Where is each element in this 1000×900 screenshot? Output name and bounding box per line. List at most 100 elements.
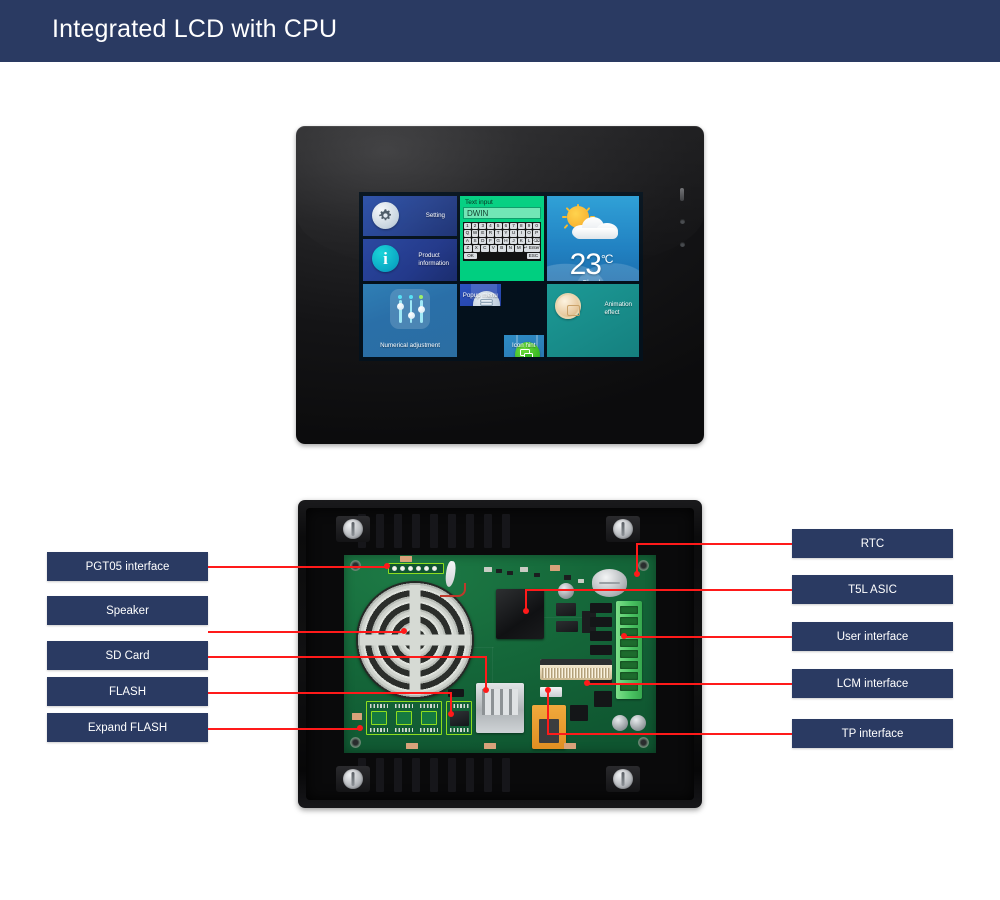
key[interactable]: Q — [464, 230, 471, 237]
keyboard-row-q[interactable]: Q W E R T Y U I O P — [464, 230, 541, 237]
lead-dot-flash — [448, 711, 454, 717]
callout-flash: FLASH — [47, 677, 208, 706]
light-sensor-bar-icon — [680, 188, 684, 201]
sliders-icon — [390, 289, 430, 329]
key[interactable]: 6 — [502, 223, 510, 230]
label-line-1: Animation — [604, 301, 632, 308]
key[interactable]: R — [487, 230, 494, 237]
keyboard-row-a[interactable]: A S D F G H J K L ⌫ — [464, 237, 541, 245]
lead-line-sdcard — [208, 656, 486, 658]
lcd-device-front: Setting i Product information Numerical … — [296, 126, 704, 444]
key[interactable]: 9 — [525, 223, 533, 230]
mounting-screw — [613, 519, 633, 539]
key[interactable]: W — [471, 230, 479, 237]
tile-animation-effect[interactable]: Animation effect — [547, 284, 639, 357]
callout-lcm-interface: LCM interface — [792, 669, 953, 698]
tile-text-input[interactable]: Text input DWIN 1 2 3 4 5 6 7 8 9 0 Q W … — [460, 196, 544, 281]
electrolytic-capacitor — [558, 583, 574, 599]
keyboard-row-bottom[interactable]: OK ESC — [464, 252, 540, 259]
lead-dot-expand-flash — [357, 725, 363, 731]
keyboard-row-z[interactable]: Z X C V B N M ↵ Enter — [464, 245, 540, 252]
callout-t5l-asic: T5L ASIC — [792, 575, 953, 604]
lead-line-pgt05 — [208, 566, 387, 568]
key[interactable]: 1 — [464, 223, 471, 230]
key[interactable]: P — [533, 230, 541, 237]
ok-key[interactable]: OK — [464, 252, 478, 259]
keyboard-row-numbers[interactable]: 1 2 3 4 5 6 7 8 9 0 — [464, 223, 541, 230]
key[interactable]: C — [481, 245, 489, 252]
mounting-screw — [613, 769, 633, 789]
pgt05-header — [388, 563, 444, 574]
tile-icon-hint-label: Icon hint — [512, 342, 536, 350]
temp-value: 23 — [569, 248, 602, 281]
tile-popup-menu[interactable]: Popup menu — [460, 284, 501, 307]
lead-line-t5l — [525, 589, 792, 591]
key[interactable]: M — [515, 245, 523, 252]
callout-speaker: Speaker — [47, 596, 208, 625]
callout-label: RTC — [860, 537, 885, 550]
tile-icon-hint[interactable]: Icon hint — [503, 334, 544, 357]
key[interactable]: F — [487, 237, 494, 245]
key[interactable]: 2 — [471, 223, 479, 230]
tile-product-information[interactable]: i Product information — [363, 239, 457, 281]
lead-line-flash — [208, 692, 451, 694]
lead-dot-sdcard — [483, 687, 489, 693]
backspace-key[interactable]: ⌫ — [533, 237, 541, 245]
key[interactable]: A — [464, 237, 471, 245]
key[interactable]: 5 — [494, 223, 502, 230]
electrolytic-capacitor — [630, 715, 646, 731]
lead-line-rtc — [636, 543, 792, 545]
key[interactable]: L — [525, 237, 533, 245]
key[interactable]: O — [525, 230, 533, 237]
key[interactable]: Z — [464, 245, 472, 252]
tp-connector — [540, 687, 562, 697]
key[interactable]: K — [517, 237, 525, 245]
key[interactable]: X — [472, 245, 480, 252]
lead-dot-pgt05 — [384, 563, 390, 569]
lead-line-user-interface — [623, 636, 792, 638]
key[interactable]: D — [479, 237, 487, 245]
tile-weather[interactable]: 23°C Cloudy — [547, 196, 639, 281]
key[interactable]: U — [510, 230, 517, 237]
key[interactable]: G — [494, 237, 502, 245]
tile-setting[interactable]: Setting — [363, 196, 457, 236]
key[interactable]: 7 — [510, 223, 517, 230]
key[interactable]: V — [489, 245, 497, 252]
esc-key[interactable]: ESC — [526, 252, 540, 259]
key[interactable]: T — [494, 230, 502, 237]
key[interactable]: 4 — [487, 223, 494, 230]
key[interactable]: J — [510, 237, 517, 245]
key[interactable]: S — [471, 237, 479, 245]
key[interactable]: E — [479, 230, 487, 237]
key[interactable]: 8 — [517, 223, 525, 230]
lead-line-rtc-vertical — [636, 543, 638, 574]
tile-setting-label: Setting — [425, 212, 445, 219]
indicator-dot-icon — [679, 219, 685, 224]
enter-key[interactable]: ↵ Enter — [523, 245, 540, 252]
space-key[interactable] — [478, 252, 526, 259]
animation-icon — [555, 293, 581, 319]
mounting-screw — [343, 519, 363, 539]
gear-glyph — [379, 209, 391, 221]
callout-label: LCM interface — [836, 677, 909, 690]
lead-line-lcm — [586, 683, 792, 685]
callout-label: Expand FLASH — [87, 721, 168, 734]
tile-numerical-adjustment[interactable]: Numerical adjustment — [363, 284, 457, 357]
callout-user-interface: User interface — [792, 622, 953, 651]
lcd-screen: Setting i Product information Numerical … — [359, 192, 643, 361]
speaker-wire-red — [440, 583, 466, 597]
tile-numerical-adjustment-label: Numerical adjustment — [380, 342, 440, 350]
key[interactable]: I — [517, 230, 525, 237]
virtual-keyboard[interactable]: 1 2 3 4 5 6 7 8 9 0 Q W E R T Y U I O P … — [463, 222, 541, 261]
text-input-field[interactable]: DWIN — [463, 207, 541, 219]
key[interactable]: Y — [502, 230, 510, 237]
key[interactable]: 0 — [533, 223, 541, 230]
label-line-1: Product — [418, 252, 440, 259]
key[interactable]: 3 — [479, 223, 487, 230]
key[interactable]: B — [498, 245, 506, 252]
key[interactable]: N — [506, 245, 514, 252]
bezel-indicators — [676, 188, 688, 247]
gear-icon — [372, 202, 399, 229]
page-title: Integrated LCD with CPU — [52, 15, 338, 43]
key[interactable]: H — [502, 237, 510, 245]
